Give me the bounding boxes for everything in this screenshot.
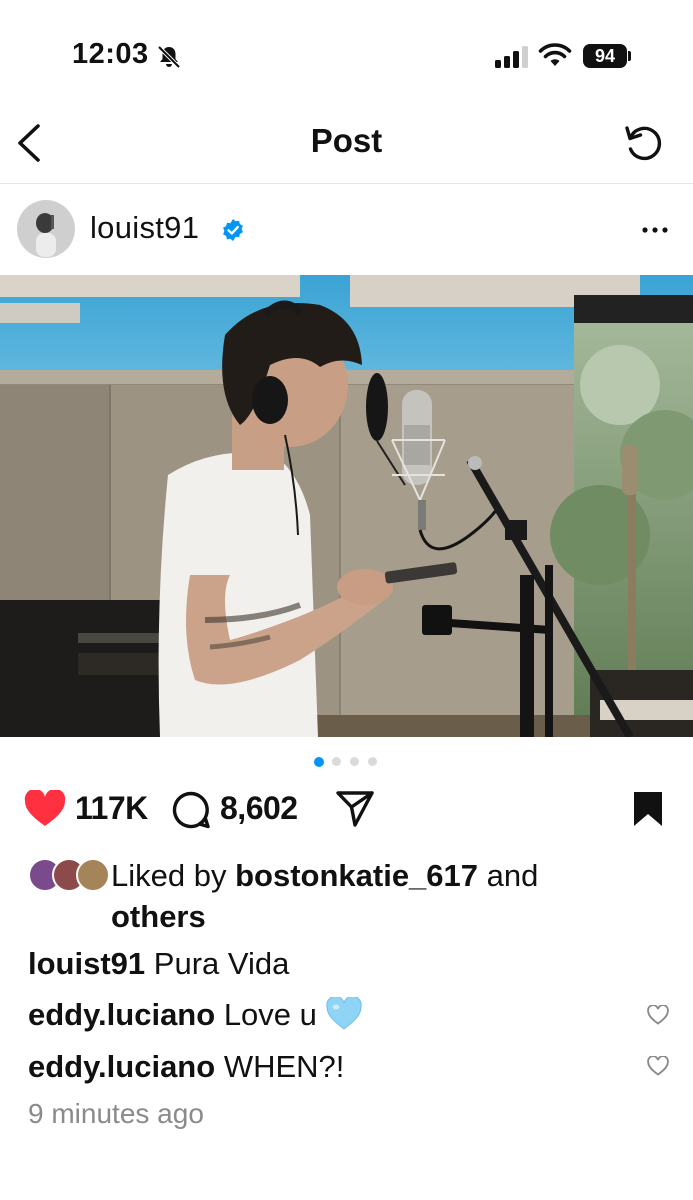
comment-like-icon[interactable] — [647, 1005, 669, 1025]
comment-like-icon[interactable] — [647, 1056, 669, 1076]
liked-by-user[interactable]: bostonkatie_617 — [235, 858, 478, 893]
carousel-dot — [332, 757, 341, 766]
comment-username[interactable]: eddy.luciano — [28, 1049, 215, 1084]
caption-text: Pura Vida — [153, 946, 290, 981]
status-time: 12:03 — [72, 38, 149, 70]
liker-avatar — [76, 858, 110, 892]
bell-slash-icon — [157, 45, 181, 69]
share-send-icon[interactable] — [335, 789, 375, 829]
carousel-dot — [368, 757, 377, 766]
carousel-indicator — [314, 756, 384, 767]
comment-count[interactable]: 8,602 — [220, 790, 298, 827]
page-title: Post — [310, 122, 383, 159]
nav-divider — [0, 183, 693, 184]
battery-nub — [628, 51, 631, 61]
carousel-dot-active — [314, 756, 324, 767]
liked-by-others[interactable]: others — [111, 898, 206, 936]
comment-text: WHEN?! — [223, 1049, 345, 1084]
carousel-dot — [350, 757, 359, 766]
more-options-icon[interactable] — [636, 216, 674, 244]
light-blue-heart-emoji — [325, 995, 362, 1040]
author-username[interactable]: louist91 — [90, 210, 199, 246]
wifi-icon — [538, 43, 572, 66]
author-avatar[interactable] — [18, 201, 74, 257]
liked-by-avatars[interactable] — [28, 858, 110, 892]
verified-badge-icon — [223, 219, 243, 241]
caption-username[interactable]: louist91 — [28, 946, 145, 981]
post-timestamp: 9 minutes ago — [28, 1098, 204, 1129]
liked-by-and: and — [486, 858, 539, 893]
comment-icon[interactable] — [171, 790, 211, 830]
like-count[interactable]: 117K — [75, 790, 148, 827]
comment-row: eddy.luciano Love u — [28, 995, 362, 1040]
like-heart-icon[interactable] — [24, 790, 66, 828]
comment-row: eddy.luciano WHEN?! — [28, 1048, 344, 1086]
post-photo[interactable] — [0, 275, 693, 737]
refresh-icon[interactable] — [620, 120, 666, 166]
battery-icon: 94 — [583, 44, 627, 68]
post-caption: louist91 Pura Vida — [28, 945, 289, 983]
liked-by-prefix: Liked by — [111, 858, 227, 893]
comment-text: Love u — [223, 997, 317, 1032]
comment-username[interactable]: eddy.luciano — [28, 997, 215, 1032]
liked-by-text: Liked by bostonkatie_617 and — [111, 857, 538, 895]
signal-icon — [495, 46, 531, 68]
bookmark-icon[interactable] — [632, 790, 664, 828]
